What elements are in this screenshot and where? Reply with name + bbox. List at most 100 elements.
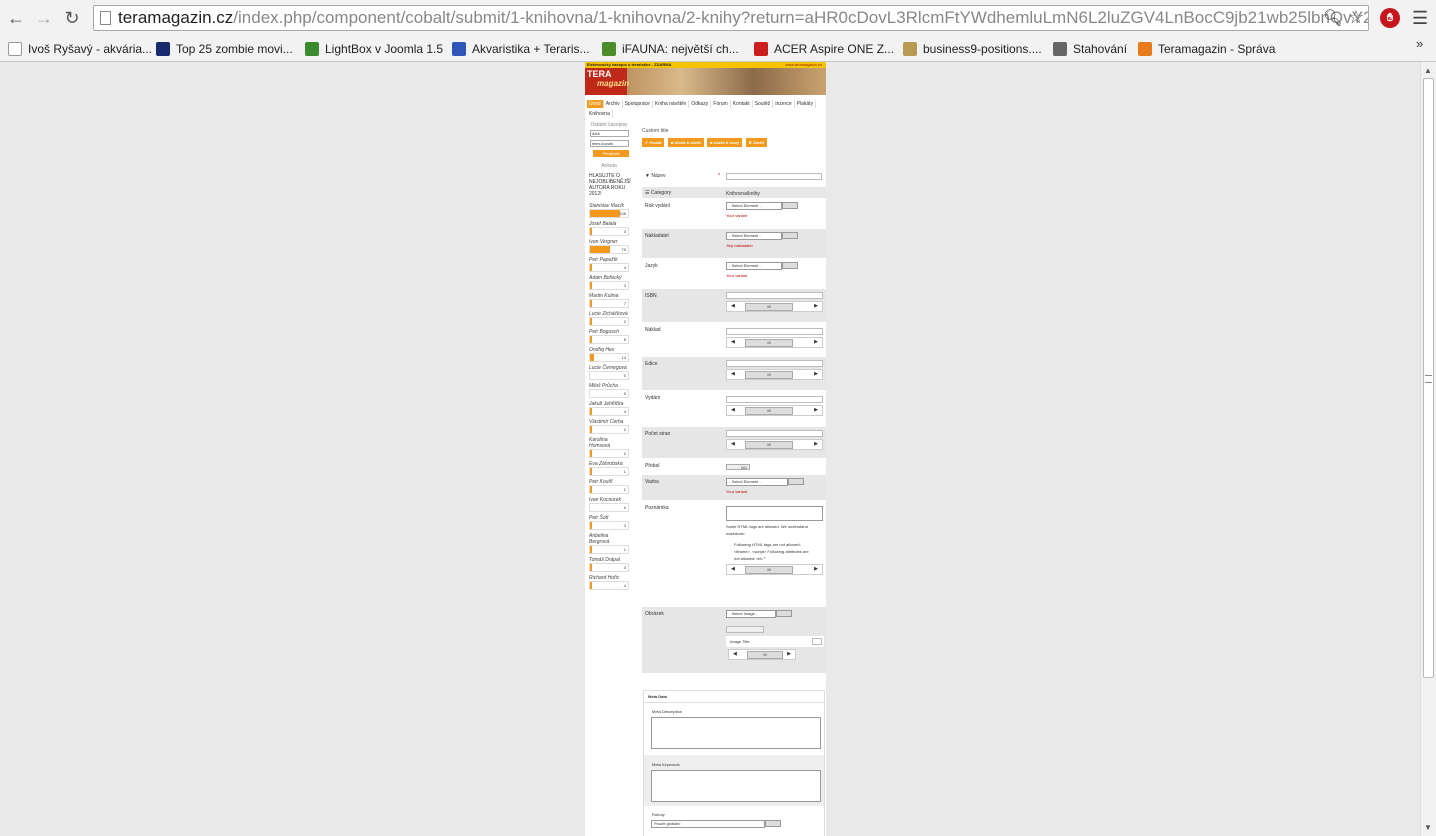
bookmark-item[interactable]: ACER Aspire ONE Z...: [754, 40, 894, 58]
address-bar[interactable]: teramagazin.cz/index.php/component/cobal…: [93, 5, 1369, 31]
sidebar-input-2[interactable]: teles kozubí: [590, 140, 629, 147]
robots-select[interactable]: Použít globální: [651, 820, 824, 828]
save-close-button[interactable]: ■ Uložit & zavřít: [667, 138, 704, 147]
bookmark-star-icon[interactable]: ☆: [1348, 6, 1364, 29]
teramagazin-logo[interactable]: TERA magazin: [585, 68, 629, 95]
nakladatel-select[interactable]: - Select Element - Jiný nakladatel: [726, 232, 798, 248]
pocet-stran-input[interactable]: [726, 430, 823, 437]
pocet-stran-scrollbar[interactable]: ◀ III ▶: [726, 439, 823, 450]
bookmark-item[interactable]: business9-positions....: [903, 40, 1042, 58]
isbn-scroll-left-icon[interactable]: ◀: [731, 303, 735, 309]
nav-item[interactable]: Soutěž: [753, 100, 774, 108]
vydani-scrollbar[interactable]: ◀ III ▶: [726, 405, 823, 416]
vydani-scroll-thumb[interactable]: III: [745, 407, 793, 415]
image-title-checkbox[interactable]: [812, 638, 822, 645]
poznamka-textarea[interactable]: [726, 506, 823, 521]
jazyk-select[interactable]: - Select Element - Your variant: [726, 262, 798, 278]
save-new-button[interactable]: ■ Uložit & nový: [707, 138, 743, 147]
apply-button[interactable]: ✔ Použít: [642, 138, 665, 147]
isbn-scroll-thumb[interactable]: III: [745, 303, 793, 311]
obrazek-scrollbar[interactable]: ◀ III ▶: [728, 649, 796, 660]
bookmark-item[interactable]: Teramagazin - Správa: [1138, 40, 1275, 58]
poznamka-scroll-left-icon[interactable]: ◀: [731, 566, 735, 572]
nazev-input[interactable]: [726, 173, 822, 180]
rok-your-variant-link[interactable]: Your variant: [726, 213, 798, 218]
zoom-magnifier-icon[interactable]: 🔍︎: [1323, 6, 1342, 30]
nav-item[interactable]: Inzerce: [773, 100, 795, 108]
scroll-up-arrow-icon[interactable]: ▲: [1424, 66, 1432, 75]
bookmark-item[interactable]: Ivoš Ryšavý - akvária...: [8, 40, 152, 58]
isbn-input[interactable]: [726, 292, 823, 299]
edice-scroll-thumb[interactable]: III: [745, 371, 793, 379]
obrazek-scroll-left-icon[interactable]: ◀: [733, 651, 737, 657]
more-bookmarks-chevron-icon[interactable]: »: [1416, 36, 1423, 51]
vazba-your-variant-link[interactable]: Your variant: [726, 489, 804, 494]
menu-icon[interactable]: ☰: [1412, 8, 1428, 29]
isbn-scroll-right-icon[interactable]: ▶: [814, 303, 818, 309]
subscribe-button[interactable]: Předplatit: [593, 150, 629, 157]
vazba-label: Vazba: [645, 479, 659, 485]
naklad-scroll-thumb[interactable]: III: [745, 339, 793, 347]
scroll-down-arrow-icon[interactable]: ▼: [1424, 823, 1432, 832]
nav-item[interactable]: Kontakt: [731, 100, 753, 108]
adblock-extension-icon[interactable]: ✋︎: [1380, 8, 1400, 28]
pocet-scroll-thumb[interactable]: III: [745, 441, 793, 449]
scroll-thumb[interactable]: [1423, 78, 1434, 678]
nav-item[interactable]: Spolupráce: [623, 100, 653, 108]
nav-item[interactable]: Úvod: [587, 100, 604, 108]
jiny-nakladatel-link[interactable]: Jiný nakladatel: [726, 243, 798, 248]
nav-item[interactable]: Fórum: [711, 100, 731, 108]
vydani-scroll-left-icon[interactable]: ◀: [731, 407, 735, 413]
poznamka-scroll-right-icon[interactable]: ▶: [814, 566, 818, 572]
page-scrollbar[interactable]: ▲ ▼: [1420, 62, 1436, 836]
isbn-scrollbar[interactable]: ◀ III ▶: [726, 301, 823, 312]
edice-scroll-left-icon[interactable]: ◀: [731, 371, 735, 377]
rok-select[interactable]: - Select Element - Your variant: [726, 202, 798, 218]
nav-item[interactable]: Kniha návštěv: [653, 100, 690, 108]
nav-item[interactable]: Odkazy: [689, 100, 712, 108]
naklad-scroll-left-icon[interactable]: ◀: [731, 339, 735, 345]
vydani-scroll-right-icon[interactable]: ▶: [814, 407, 818, 413]
rok-select-button[interactable]: [782, 202, 798, 209]
reload-icon[interactable]: ↻: [62, 8, 82, 28]
nav-item[interactable]: Plakáty: [795, 100, 817, 108]
vazba-select[interactable]: - Select Element - Your variant: [726, 478, 804, 494]
naklad-label: Náklad: [645, 327, 661, 333]
robots-select-button[interactable]: [765, 820, 781, 827]
naklad-scroll-right-icon[interactable]: ▶: [814, 339, 818, 345]
meta-keywords-textarea[interactable]: [651, 770, 821, 802]
nav-item[interactable]: Archiv: [604, 100, 623, 108]
vydani-input[interactable]: [726, 396, 823, 403]
prebal-toggle[interactable]: NO: [726, 464, 750, 470]
obrazek-scroll-right-icon[interactable]: ▶: [787, 651, 791, 657]
jazyk-select-button[interactable]: [782, 262, 798, 269]
sidebar-input-1[interactable]: Aleš: [590, 130, 629, 137]
nav-item[interactable]: Knihovna: [587, 110, 613, 118]
edice-scrollbar[interactable]: ◀ III ▶: [726, 369, 823, 380]
bookmark-item[interactable]: iFAUNA: největší ch...: [602, 40, 739, 58]
poznamka-scroll-thumb[interactable]: III: [745, 566, 793, 574]
pocet-scroll-right-icon[interactable]: ▶: [814, 441, 818, 447]
bookmark-item[interactable]: Stahování: [1053, 40, 1127, 58]
obrazek-scroll-thumb[interactable]: III: [747, 651, 783, 659]
pocet-scroll-left-icon[interactable]: ◀: [731, 441, 735, 447]
poll-option-bar: 4: [589, 581, 629, 590]
bookmark-item[interactable]: Akvaristika + Teraris...: [452, 40, 589, 58]
poznamka-scrollbar[interactable]: ◀ III ▶: [726, 564, 823, 575]
naklad-scrollbar[interactable]: ◀ III ▶: [726, 337, 823, 348]
edice-input[interactable]: [726, 360, 823, 367]
naklad-input[interactable]: [726, 328, 823, 335]
select-image-button[interactable]: [776, 610, 792, 617]
nakladatel-select-button[interactable]: [782, 232, 798, 239]
image-path-input[interactable]: [726, 626, 764, 633]
forward-arrow-icon[interactable]: →: [34, 8, 54, 28]
site-navigation: Úvod Archiv Spolupráce Kniha návštěv Odkazy F…: [587, 100, 825, 120]
back-arrow-icon[interactable]: ←: [6, 8, 26, 28]
vazba-select-button[interactable]: [788, 478, 804, 485]
bookmark-item[interactable]: LightBox v Joomla 1.5: [305, 40, 443, 58]
meta-description-textarea[interactable]: [651, 717, 821, 749]
edice-scroll-right-icon[interactable]: ▶: [814, 371, 818, 377]
jazyk-your-variant-link[interactable]: Your variant: [726, 273, 798, 278]
bookmark-item[interactable]: Top 25 zombie movi...: [156, 40, 293, 58]
close-button[interactable]: ✖ Zavřít: [745, 138, 767, 147]
